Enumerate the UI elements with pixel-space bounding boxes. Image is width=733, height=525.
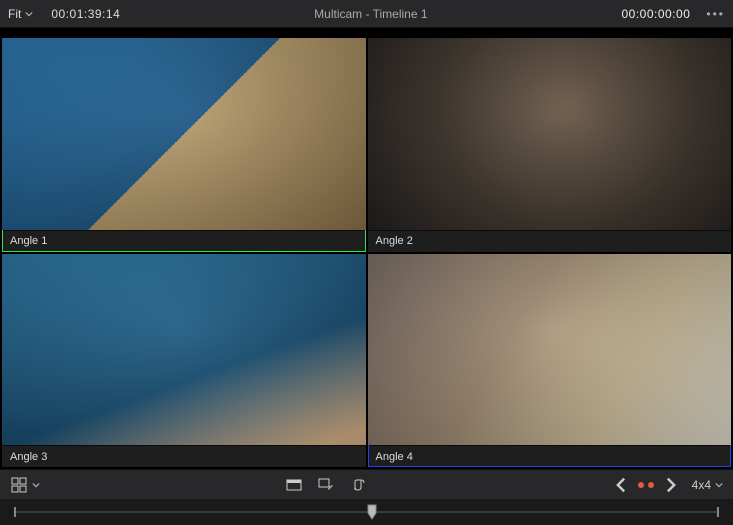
angle-label: Angle 2 <box>376 235 413 247</box>
angle-cell-4[interactable]: Angle 4 <box>368 254 732 468</box>
grid-layout-label: 4x4 <box>692 478 711 492</box>
switch-mode-group <box>285 476 367 494</box>
angle-thumbnail <box>2 254 366 446</box>
viewer-toolbar: Fit 00:01:39:14 Multicam - Timeline 1 00… <box>0 0 733 28</box>
next-edit-button[interactable] <box>662 476 680 494</box>
angle-cell-3[interactable]: Angle 3 <box>2 254 366 468</box>
angle-label: Angle 3 <box>10 451 47 463</box>
audio-video-switch-icon[interactable] <box>317 476 335 494</box>
angle-label-bar: Angle 1 <box>2 230 366 252</box>
angle-thumbnail <box>2 38 366 230</box>
marker-dots <box>638 482 654 488</box>
track-start-tick <box>14 507 16 517</box>
video-switch-icon[interactable] <box>285 476 303 494</box>
zoom-dropdown[interactable]: Fit <box>8 7 33 21</box>
playhead-handle[interactable] <box>367 504 377 520</box>
audio-switch-icon[interactable] <box>349 476 367 494</box>
view-mode-dropdown[interactable] <box>10 476 40 494</box>
marker-dot-icon <box>648 482 654 488</box>
multicam-grid-icon <box>10 476 28 494</box>
grid-layout-dropdown[interactable]: 4x4 <box>692 478 723 492</box>
angle-cell-2[interactable]: Angle 2 <box>368 38 732 252</box>
jog-bar[interactable] <box>0 499 733 525</box>
angle-label-bar: Angle 2 <box>368 230 732 252</box>
zoom-label: Fit <box>8 7 21 21</box>
record-timecode: 00:00:00:00 <box>621 7 690 21</box>
options-menu-icon[interactable]: ••• <box>706 7 725 21</box>
prev-edit-button[interactable] <box>612 476 630 494</box>
marker-dot-icon <box>638 482 644 488</box>
source-timecode: 00:01:39:14 <box>51 7 120 21</box>
jog-track <box>14 511 719 513</box>
angle-label: Angle 4 <box>376 451 413 463</box>
chevron-down-icon <box>25 10 33 18</box>
angle-label-bar: Angle 4 <box>368 445 732 467</box>
angle-thumbnail <box>368 38 732 230</box>
nav-group <box>612 476 680 494</box>
chevron-down-icon <box>32 481 40 489</box>
angle-thumbnail <box>368 254 732 446</box>
angle-label: Angle 1 <box>10 235 47 247</box>
angle-cell-1[interactable]: Angle 1 <box>2 38 366 252</box>
multicam-grid: Angle 1 Angle 2 Angle 3 Angle 4 <box>0 28 733 469</box>
angle-label-bar: Angle 3 <box>2 445 366 467</box>
viewer-bottom-bar: 4x4 <box>0 469 733 499</box>
track-end-tick <box>717 507 719 517</box>
clip-title: Multicam - Timeline 1 <box>130 7 611 21</box>
chevron-down-icon <box>715 481 723 489</box>
